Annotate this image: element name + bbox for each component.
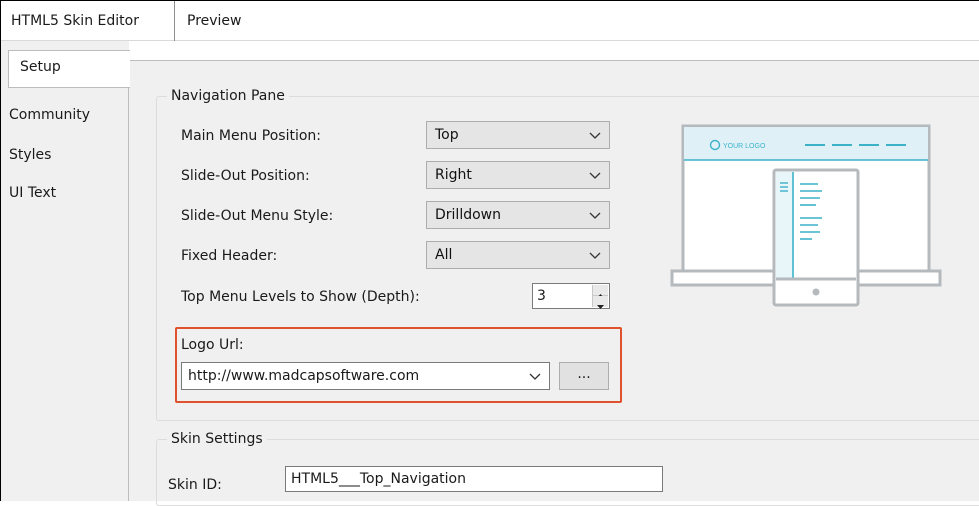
slide-out-position-select[interactable]: Right <box>426 161 610 189</box>
slide-out-position-value: Right <box>435 167 472 183</box>
slide-out-position-label: Slide-Out Position: <box>181 168 310 184</box>
main-menu-position-select[interactable]: Top <box>426 121 610 149</box>
main-menu-position-label: Main Menu Position: <box>181 128 321 144</box>
stepper-down-button[interactable] <box>593 296 608 309</box>
skin-id-label: Skin ID: <box>168 477 222 493</box>
tab-ui-text[interactable]: UI Text <box>9 185 56 201</box>
chevron-down-icon <box>589 252 601 259</box>
main-menu-position-value: Top <box>435 127 459 143</box>
skin-editor-window: HTML5 Skin Editor Preview Navigation Pan… <box>0 0 979 506</box>
editor-tab-strip: HTML5 Skin Editor Preview <box>1 1 979 41</box>
preview-logo-text: YOUR LOGO <box>723 143 766 150</box>
slide-out-menu-style-select[interactable]: Drilldown <box>426 201 610 229</box>
top-menu-levels-stepper[interactable]: 3 <box>532 283 610 309</box>
chevron-down-icon <box>589 172 601 179</box>
top-menu-levels-label: Top Menu Levels to Show (Depth): <box>181 289 420 305</box>
fixed-header-select[interactable]: All <box>426 241 610 269</box>
logo-url-highlight <box>175 327 622 403</box>
stepper-up-button[interactable] <box>593 285 608 298</box>
slide-out-menu-style-label: Slide-Out Menu Style: <box>181 208 334 224</box>
chevron-down-icon <box>589 212 601 219</box>
caret-down-icon <box>597 305 604 309</box>
tab-community[interactable]: Community <box>9 107 90 123</box>
tab-html5-skin-editor[interactable]: HTML5 Skin Editor <box>11 1 139 41</box>
fixed-header-value: All <box>435 247 453 263</box>
stepper-buttons <box>592 285 608 309</box>
slide-out-menu-style-value: Drilldown <box>435 207 501 223</box>
tab-separator <box>174 1 175 41</box>
skin-id-field[interactable]: HTML5___Top_Navigation <box>285 466 663 492</box>
layout-preview-illustration: YOUR LOGO <box>670 124 942 307</box>
skin-settings-legend: Skin Settings <box>171 431 263 447</box>
tab-preview[interactable]: Preview <box>187 1 242 41</box>
navigation-pane-legend: Navigation Pane <box>171 88 285 104</box>
tab-setup[interactable]: Setup <box>8 50 130 88</box>
tab-styles[interactable]: Styles <box>9 147 51 163</box>
fixed-header-label: Fixed Header: <box>181 248 278 264</box>
content-top-gap <box>129 41 979 60</box>
chevron-down-icon <box>589 132 601 139</box>
top-menu-levels-value: 3 <box>537 288 546 304</box>
